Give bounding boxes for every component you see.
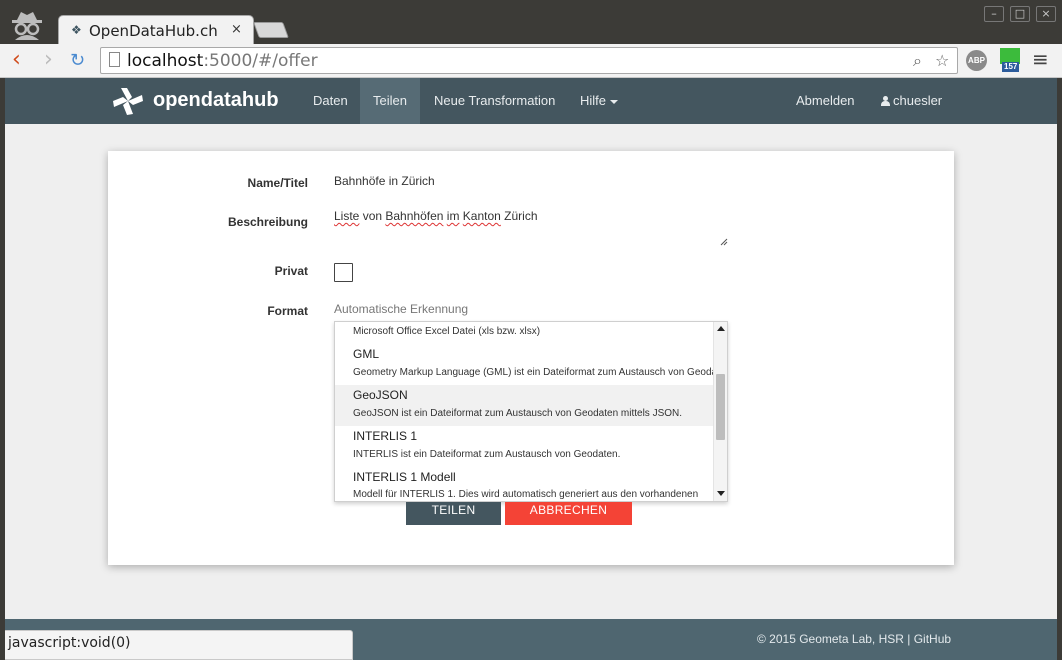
description-text: Liste von Bahnhöfen im Kanton Zürich xyxy=(334,209,538,223)
nav-hilfe-label: Hilfe xyxy=(580,93,607,108)
browser-status-bar: javascript:void(0) xyxy=(5,630,353,660)
nav-user[interactable]: chuesler xyxy=(867,78,955,124)
description-word: Kanton xyxy=(462,209,501,223)
tab-strip: ❖ OpenDataHub.ch × – □ × xyxy=(0,0,1062,45)
extension-badge: 157 xyxy=(1002,62,1020,72)
maximize-icon[interactable]: □ xyxy=(1010,6,1030,22)
scroll-down-icon[interactable] xyxy=(717,491,725,496)
tab-close-icon[interactable]: × xyxy=(231,22,242,37)
share-button[interactable]: TEILEN xyxy=(406,502,501,525)
name-label: Name/Titel xyxy=(247,176,308,190)
format-select[interactable]: Automatische Erkennung xyxy=(334,302,468,316)
format-option-gml[interactable]: GML Geometry Markup Language (GML) ist e… xyxy=(335,344,713,385)
nav-logout[interactable]: Abmelden xyxy=(783,78,868,124)
nav-daten-label: Daten xyxy=(313,93,348,108)
private-checkbox[interactable] xyxy=(334,263,353,282)
format-option-geojson[interactable]: GeoJSON GeoJSON ist ein Dateiformat zum … xyxy=(335,385,713,426)
adblock-plus-icon[interactable]: ABP xyxy=(966,50,987,71)
nav-neue-transformation[interactable]: Neue Transformation xyxy=(421,78,568,124)
resize-handle-icon[interactable] xyxy=(720,238,728,246)
format-option-description: Microsoft Office Excel Datei (xls bzw. x… xyxy=(353,326,541,337)
user-icon xyxy=(880,96,890,106)
format-dropdown: Microsoft Office Excel Datei (xls bzw. x… xyxy=(334,321,728,502)
description-word: Bahnhöfen xyxy=(385,209,444,223)
site-navbar: opendatahub Daten Teilen Neue Transforma… xyxy=(5,78,1057,124)
format-option-description: Modell für INTERLIS 1. Dies wird automat… xyxy=(353,489,699,500)
tab-title: OpenDataHub.ch xyxy=(89,22,218,40)
format-label: Format xyxy=(267,304,308,318)
forward-icon[interactable]: › xyxy=(44,49,53,71)
description-word: Liste xyxy=(334,209,360,223)
browser-tab[interactable]: ❖ OpenDataHub.ch × xyxy=(58,15,254,45)
format-option-interlis1[interactable]: INTERLIS 1 INTERLIS ist ein Dateiformat … xyxy=(335,426,713,467)
dropdown-scrollbar[interactable] xyxy=(713,322,727,501)
nav-logout-label: Abmelden xyxy=(796,93,855,108)
cancel-button[interactable]: ABBRECHEN xyxy=(505,502,632,525)
close-window-icon[interactable]: × xyxy=(1036,6,1056,22)
extension-icon[interactable]: 157 xyxy=(1000,48,1022,72)
format-option-title: GML xyxy=(353,347,380,361)
browser-window: ❖ OpenDataHub.ch × – □ × ‹ › ↻ localhost… xyxy=(0,0,1062,660)
chevron-down-icon xyxy=(610,99,619,104)
brand-name: opendatahub xyxy=(153,89,279,111)
search-icon[interactable]: ⌕ xyxy=(913,51,922,71)
minimize-icon[interactable]: – xyxy=(984,6,1004,22)
format-option-description: GeoJSON ist ein Dateiformat zum Austausc… xyxy=(353,408,683,419)
incognito-icon xyxy=(12,12,42,40)
reload-icon[interactable]: ↻ xyxy=(70,50,85,72)
description-word: von xyxy=(359,209,386,223)
private-label: Privat xyxy=(274,264,308,278)
opendatahub-logo-icon xyxy=(113,88,143,115)
nav-neue-transformation-label: Neue Transformation xyxy=(434,93,556,108)
address-bar[interactable]: localhost:5000/#/offer ⌕ ☆ xyxy=(100,47,958,74)
format-option-excel[interactable]: Microsoft Office Excel Datei (xls bzw. x… xyxy=(335,322,713,344)
nav-teilen[interactable]: Teilen xyxy=(360,78,420,124)
back-icon[interactable]: ‹ xyxy=(12,49,21,71)
bookmark-star-icon[interactable]: ☆ xyxy=(935,51,949,70)
format-option-interlis1-model[interactable]: INTERLIS 1 Modell Modell für INTERLIS 1.… xyxy=(335,467,713,501)
url-text: localhost:5000/#/offer xyxy=(127,51,318,71)
url-path: :5000/#/offer xyxy=(203,51,318,71)
nav-user-label: chuesler xyxy=(893,93,943,108)
format-option-title: GeoJSON xyxy=(353,388,408,402)
nav-teilen-label: Teilen xyxy=(373,93,407,108)
format-option-title: INTERLIS 1 Modell xyxy=(353,470,456,484)
page-icon xyxy=(109,52,120,67)
browser-toolbar: ‹ › ↻ localhost:5000/#/offer ⌕ ☆ ABP 157… xyxy=(0,44,1062,78)
description-word: Zürich xyxy=(500,209,538,223)
format-option-description: Geometry Markup Language (GML) ist ein D… xyxy=(353,367,713,378)
footer-text[interactable]: © 2015 Geometa Lab, HSR | GitHub xyxy=(757,632,951,646)
description-label: Beschreibung xyxy=(227,215,308,229)
url-host: localhost xyxy=(127,51,204,71)
opendatahub-favicon-icon: ❖ xyxy=(71,23,82,37)
page-content: opendatahub Daten Teilen Neue Transforma… xyxy=(5,78,1057,660)
format-option-description: INTERLIS ist ein Dateiformat zum Austaus… xyxy=(353,449,621,460)
name-field[interactable]: Bahnhöfe in Zürich xyxy=(334,174,435,188)
offer-form-card: Name/Titel Bahnhöfe in Zürich Beschreibu… xyxy=(108,151,954,565)
nav-daten[interactable]: Daten xyxy=(300,78,361,124)
scroll-up-icon[interactable] xyxy=(717,326,725,331)
nav-hilfe[interactable]: Hilfe xyxy=(567,78,631,124)
status-url: javascript:void(0) xyxy=(8,635,131,651)
format-option-title: INTERLIS 1 xyxy=(353,429,418,443)
description-word: im xyxy=(446,209,460,223)
new-tab-button[interactable] xyxy=(253,22,289,38)
hamburger-menu-icon[interactable]: ≡ xyxy=(1032,47,1049,71)
description-field[interactable]: Liste von Bahnhöfen im Kanton Zürich xyxy=(332,206,728,246)
scrollbar-thumb[interactable] xyxy=(716,374,725,440)
